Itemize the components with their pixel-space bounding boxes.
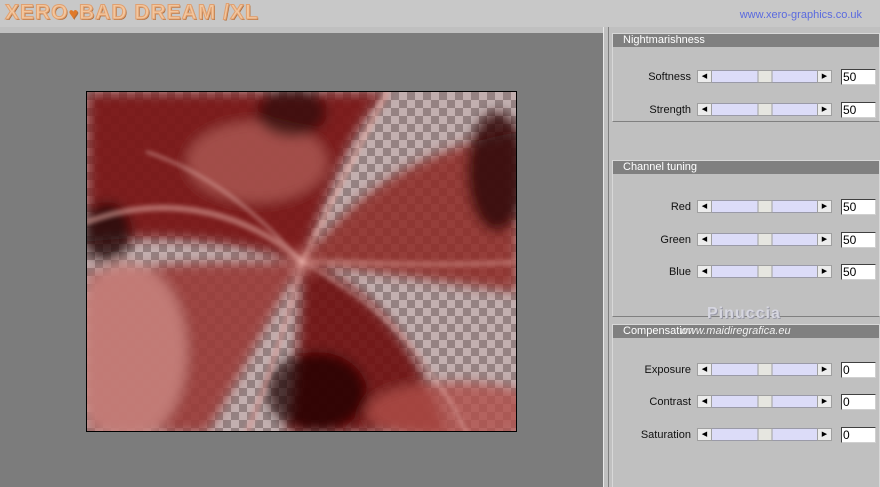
control-label: Strength	[649, 104, 691, 116]
control-label: Exposure	[644, 364, 691, 376]
exposure-slider[interactable]: ◀ ▶	[697, 363, 832, 376]
slider-thumb[interactable]	[757, 233, 772, 246]
red-slider[interactable]: ◀ ▶	[697, 200, 832, 213]
softness-value-field[interactable]: 50	[841, 69, 876, 85]
control-label: Saturation	[640, 429, 691, 441]
plugin-logo: XERO♥BAD DREAM /XL	[5, 1, 259, 25]
arrow-right-icon[interactable]: ▶	[817, 363, 832, 376]
arrow-left-icon[interactable]: ◀	[697, 428, 712, 441]
contrast-value-field[interactable]: 0	[841, 394, 876, 410]
strength-slider[interactable]: ◀ ▶	[697, 103, 832, 116]
control-label: Softness	[648, 71, 691, 83]
arrow-left-icon[interactable]: ◀	[697, 265, 712, 278]
control-label: Blue	[668, 266, 691, 278]
blue-slider[interactable]: ◀ ▶	[697, 265, 832, 278]
exposure-value-field[interactable]: 0	[841, 362, 876, 378]
group-compensation: Compensation Exposure ◀ ▶ 0 Contrast ◀ ▶…	[612, 324, 880, 487]
slider-thumb[interactable]	[757, 428, 772, 441]
slider-thumb[interactable]	[757, 103, 772, 116]
control-row-softness: Softness ◀ ▶ 50	[613, 69, 880, 85]
group-channel-tuning: Channel tuning Red ◀ ▶ 50 Green ◀ ▶ 50 B…	[612, 160, 880, 317]
control-label: Red	[670, 201, 691, 213]
control-row-blue: Blue ◀ ▶ 50	[613, 264, 880, 280]
arrow-right-icon[interactable]: ▶	[817, 233, 832, 246]
watermark-name: Pinuccia	[707, 305, 781, 322]
arrow-left-icon[interactable]: ◀	[697, 70, 712, 83]
control-row-exposure: Exposure ◀ ▶ 0	[613, 362, 880, 378]
control-label: Green	[660, 234, 691, 246]
control-row-saturation: Saturation ◀ ▶ 0	[613, 427, 880, 443]
saturation-value-field[interactable]: 0	[841, 427, 876, 443]
arrow-right-icon[interactable]: ▶	[817, 428, 832, 441]
softness-slider[interactable]: ◀ ▶	[697, 70, 832, 83]
arrow-right-icon[interactable]: ▶	[817, 265, 832, 278]
arrow-left-icon[interactable]: ◀	[697, 233, 712, 246]
control-row-strength: Strength ◀ ▶ 50	[613, 102, 880, 118]
control-label: Contrast	[649, 396, 691, 408]
panel-divider	[603, 27, 609, 487]
arrow-right-icon[interactable]: ▶	[817, 395, 832, 408]
green-slider[interactable]: ◀ ▶	[697, 233, 832, 246]
arrow-right-icon[interactable]: ▶	[817, 70, 832, 83]
slider-thumb[interactable]	[757, 265, 772, 278]
control-row-contrast: Contrast ◀ ▶ 0	[613, 394, 880, 410]
saturation-slider[interactable]: ◀ ▶	[697, 428, 832, 441]
website-link[interactable]: www.xero-graphics.co.uk	[740, 9, 862, 21]
slider-thumb[interactable]	[757, 395, 772, 408]
slider-thumb[interactable]	[757, 70, 772, 83]
group-title: Nightmarishness	[613, 34, 879, 47]
group-title: Channel tuning	[613, 161, 879, 174]
arrow-left-icon[interactable]: ◀	[697, 103, 712, 116]
red-value-field[interactable]: 50	[841, 199, 876, 215]
watermark-url: www.maidiregrafica.eu	[680, 325, 791, 337]
preview-canvas[interactable]	[86, 91, 517, 432]
arrow-right-icon[interactable]: ▶	[817, 200, 832, 213]
slider-thumb[interactable]	[757, 200, 772, 213]
strength-value-field[interactable]: 50	[841, 102, 876, 118]
arrow-left-icon[interactable]: ◀	[697, 200, 712, 213]
slider-thumb[interactable]	[757, 363, 772, 376]
arrow-left-icon[interactable]: ◀	[697, 395, 712, 408]
green-value-field[interactable]: 50	[841, 232, 876, 248]
arrow-right-icon[interactable]: ▶	[817, 103, 832, 116]
arrow-left-icon[interactable]: ◀	[697, 363, 712, 376]
contrast-slider[interactable]: ◀ ▶	[697, 395, 832, 408]
control-row-green: Green ◀ ▶ 50	[613, 232, 880, 248]
group-nightmarishness: Nightmarishness Softness ◀ ▶ 50 Strength…	[612, 33, 880, 122]
blue-value-field[interactable]: 50	[841, 264, 876, 280]
heart-icon: ♥	[68, 6, 80, 23]
control-row-red: Red ◀ ▶ 50	[613, 199, 880, 215]
title-bar: XERO♥BAD DREAM /XL www.xero-graphics.co.…	[0, 0, 880, 27]
